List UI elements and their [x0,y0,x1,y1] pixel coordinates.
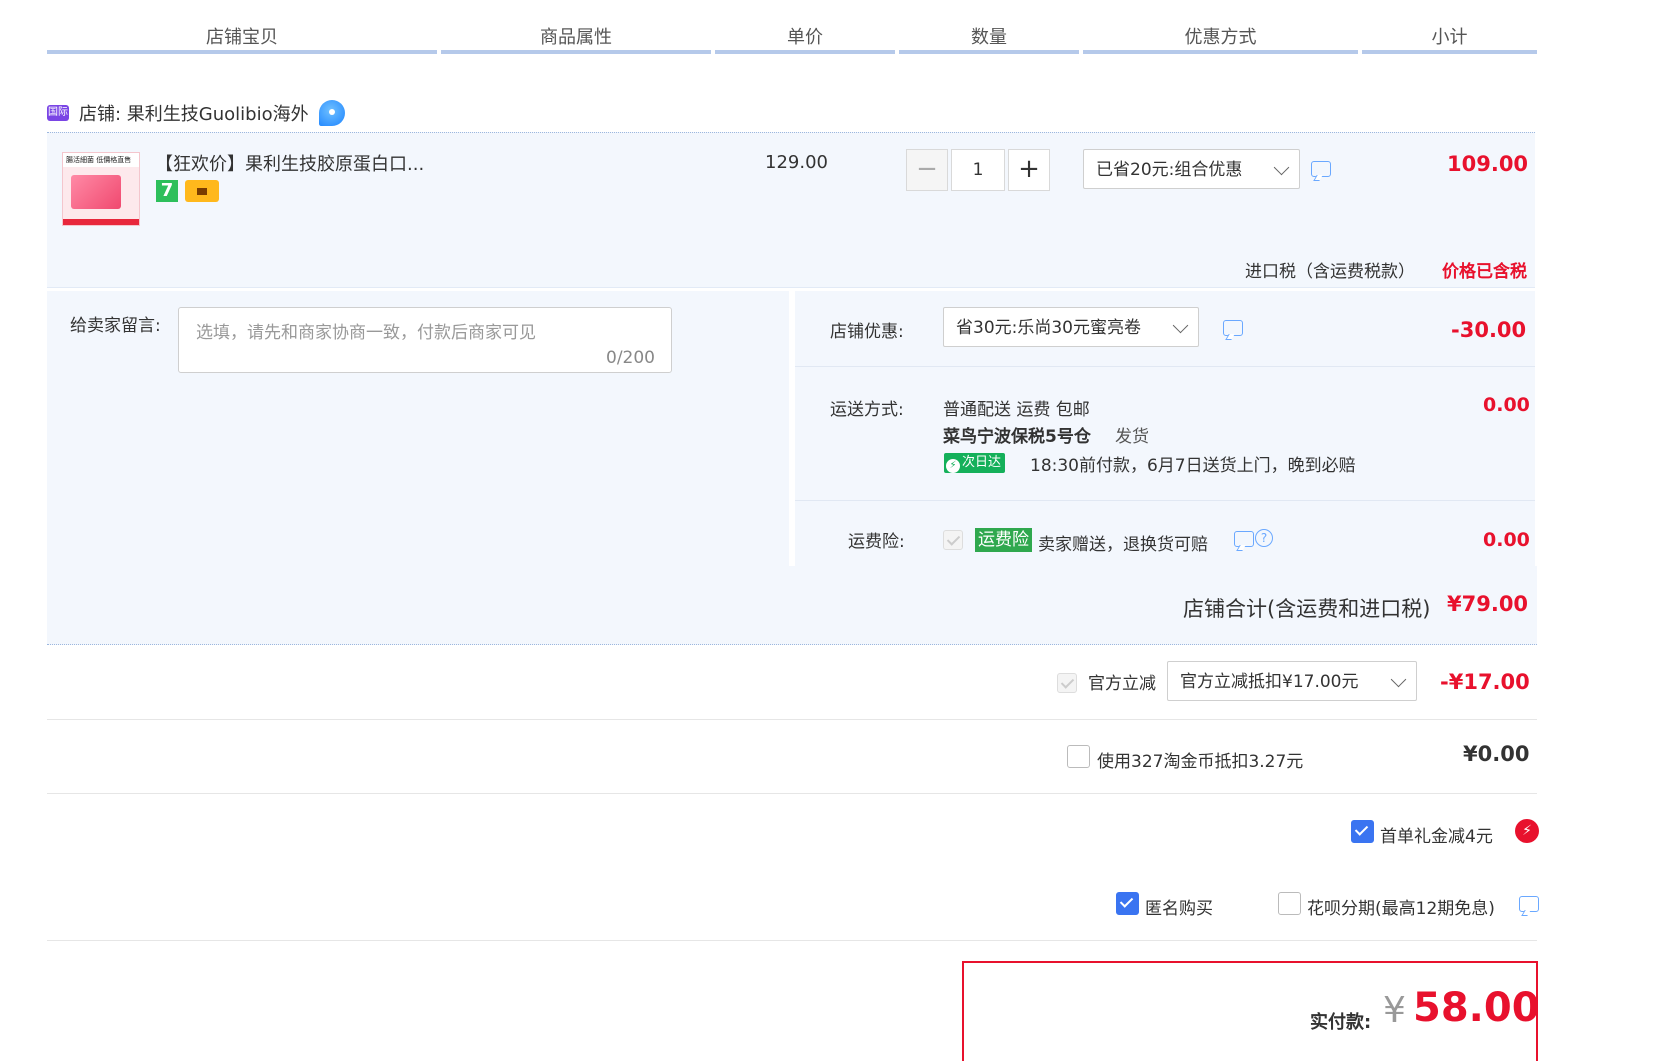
divider [47,793,1537,794]
shop-coupon-amount: -30.00 [1451,318,1527,342]
header-underline [715,50,895,54]
shop-header: 国际 店铺: 果利生技Guolibio海外 [47,100,345,126]
anonymous-label: 匿名购买 [1145,899,1213,919]
item-discount-select[interactable]: 已省20元:组合优惠 [1083,149,1300,189]
next-day-delivery-badge: ⚡ 次日达 [944,453,1006,473]
shop-coupon-value: 省30元:乐尚30元蜜亮卷 [956,318,1141,338]
chevron-down-icon [1172,317,1189,334]
lightning-icon: ⚡ [946,459,960,473]
flash-icon: ⚡ [1515,819,1539,843]
shop-total-amount: ¥79.00 [1447,592,1529,616]
insurance-text: 卖家赠送，退换货可赔 [1038,535,1208,555]
shop-coupon-select[interactable]: 省30元:乐尚30元蜜亮卷 [943,307,1199,347]
divider [47,940,1537,941]
wangwang-chat-icon[interactable] [318,100,345,126]
delivery-note: 18:30前付款，6月7日送货上门，晚到必赔 [1030,456,1356,476]
message-char-counter: 0/200 [606,348,655,368]
dispatch-text: 发货 [1115,427,1149,447]
shipping-label: 运送方式: [830,400,904,420]
header-underline [899,50,1079,54]
first-order-gift-checkbox[interactable] [1351,820,1374,843]
shop-name[interactable]: 店铺: 果利生技Guolibio海外 [79,100,309,126]
insurance-amount: 0.00 [1483,529,1530,551]
message-label: 给卖家留言: [70,316,161,336]
chevron-down-icon [1273,159,1290,176]
tmall-global-icon: 国际 [47,105,69,121]
seven-day-return-icon: 7 [156,180,178,202]
product-thumbnail[interactable]: 腸活細菌 低價格直售 [62,152,140,226]
quantity-input[interactable]: 1 [951,149,1005,191]
official-discount-amount: -¥17.00 [1440,670,1530,694]
header-underline [1362,50,1537,54]
import-tax-value: 价格已含税 [1442,262,1527,282]
huabei-label: 花呗分期(最高12期免息) [1307,899,1495,919]
shipping-method: 普通配送 运费 包邮 [943,400,1090,420]
taojinbi-amount: ¥0.00 [1463,742,1530,766]
official-discount-label: 官方立减 [1088,674,1156,694]
item-discount-value: 已省20元:组合优惠 [1096,160,1243,180]
insurance-chat-icon[interactable] [1234,531,1254,547]
shop-coupon-chat-icon[interactable] [1223,320,1243,336]
seller-message-placeholder: 选填，请先和商家协商一致，付款后商家可见 [196,323,536,343]
chevron-down-icon [1390,671,1407,688]
shipping-amount: 0.00 [1483,394,1530,416]
first-order-gift-label: 首单礼金减4元 [1380,827,1493,847]
payment-currency: ¥ [1383,990,1406,1031]
quantity-stepper: − 1 + [906,149,1050,191]
increase-quantity-button[interactable]: + [1008,149,1050,191]
official-discount-value: 官方立减抵扣¥17.00元 [1180,672,1359,692]
divider [47,719,1537,720]
divider [795,366,1535,367]
divider [795,500,1535,501]
product-title[interactable]: 【狂欢价】果利生技胶原蛋白口... [155,150,424,176]
insurance-badge: 运费险 [975,528,1032,552]
warehouse-name: 菜鸟宁波保税5号仓 [943,427,1091,447]
next-day-label: 次日达 [962,455,1002,470]
taojinbi-label: 使用327淘金币抵扣3.27元 [1097,752,1304,772]
shop-coupon-label: 店铺优惠: [830,322,904,342]
huabei-checkbox[interactable] [1278,892,1301,915]
thumbnail-footer-strip [63,219,139,225]
huabei-info-chat-icon[interactable] [1519,896,1539,912]
thumbnail-caption: 腸活細菌 低價格直售 [63,153,139,167]
anonymous-checkbox[interactable] [1116,892,1139,915]
header-underline [1083,50,1358,54]
credit-card-icon [185,180,219,202]
insurance-label: 运费险: [848,532,905,552]
unit-price: 129.00 [765,152,828,173]
import-tax-label: 进口税（含运费税款） [1245,262,1415,282]
insurance-checkbox[interactable] [943,530,963,550]
help-icon[interactable]: ? [1255,529,1273,547]
header-underline [441,50,711,54]
taojinbi-checkbox[interactable] [1067,745,1090,768]
decrease-quantity-button[interactable]: − [906,149,948,191]
payment-amount: 58.00 [1413,985,1540,1031]
official-discount-checkbox[interactable] [1057,673,1077,693]
shop-total-label: 店铺合计(含运费和进口税) [1183,597,1431,621]
item-subtotal: 109.00 [1447,152,1529,176]
discount-info-chat-icon[interactable] [1311,161,1331,177]
thumbnail-product-box [71,175,121,209]
header-underline [47,50,437,54]
official-discount-select[interactable]: 官方立减抵扣¥17.00元 [1167,661,1417,701]
payment-label: 实付款: [1310,1012,1372,1033]
